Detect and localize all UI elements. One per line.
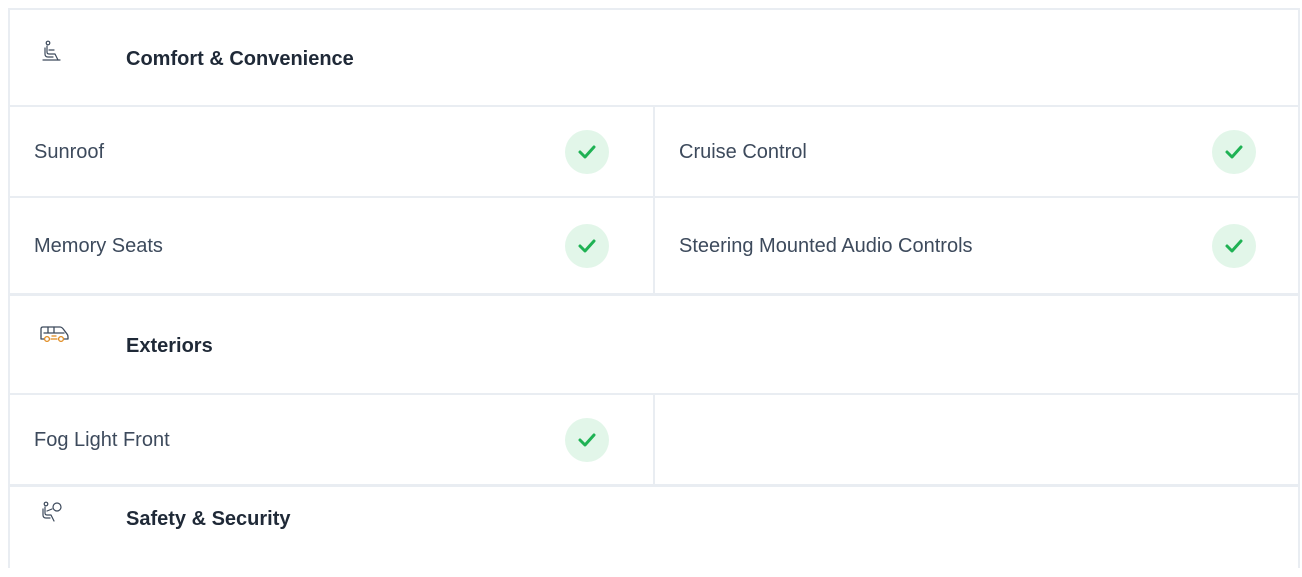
check-icon <box>1212 129 1256 174</box>
feature-label: Memory Seats <box>34 234 163 257</box>
feature-cell: Steering Mounted Audio Controls <box>655 198 1298 293</box>
section-header-safety: Safety & Security <box>10 487 1298 577</box>
table-row: Sunroof Cruise Control <box>10 107 1298 198</box>
section-header-exteriors: Exteriors <box>10 296 1298 395</box>
feature-cell: Cruise Control <box>655 107 1298 196</box>
airbag-icon <box>40 501 64 525</box>
section-title: Exteriors <box>126 335 213 357</box>
feature-label: Cruise Control <box>679 140 807 163</box>
feature-cell: Sunroof <box>10 107 655 196</box>
feature-cell: Fog Light Front <box>10 395 655 484</box>
feature-cell: Memory Seats <box>10 198 655 293</box>
feature-label: Steering Mounted Audio Controls <box>679 234 973 257</box>
section-header-comfort: Comfort & Convenience <box>10 10 1298 107</box>
check-icon <box>565 223 609 268</box>
car-exterior-icon <box>38 324 69 348</box>
features-table: Comfort & Convenience Sunroof Cruise Con… <box>8 8 1300 568</box>
table-row: Memory Seats Steering Mounted Audio Cont… <box>10 198 1298 296</box>
table-row: Fog Light Front <box>10 395 1298 487</box>
feature-label: Sunroof <box>34 140 105 163</box>
feature-label: Fog Light Front <box>34 428 170 451</box>
seat-icon <box>40 40 64 64</box>
check-icon <box>1212 223 1256 268</box>
section-title: Comfort & Convenience <box>126 48 354 70</box>
check-icon <box>565 129 609 174</box>
check-icon <box>565 417 609 462</box>
feature-cell-empty <box>655 395 1298 484</box>
section-title: Safety & Security <box>126 508 291 530</box>
